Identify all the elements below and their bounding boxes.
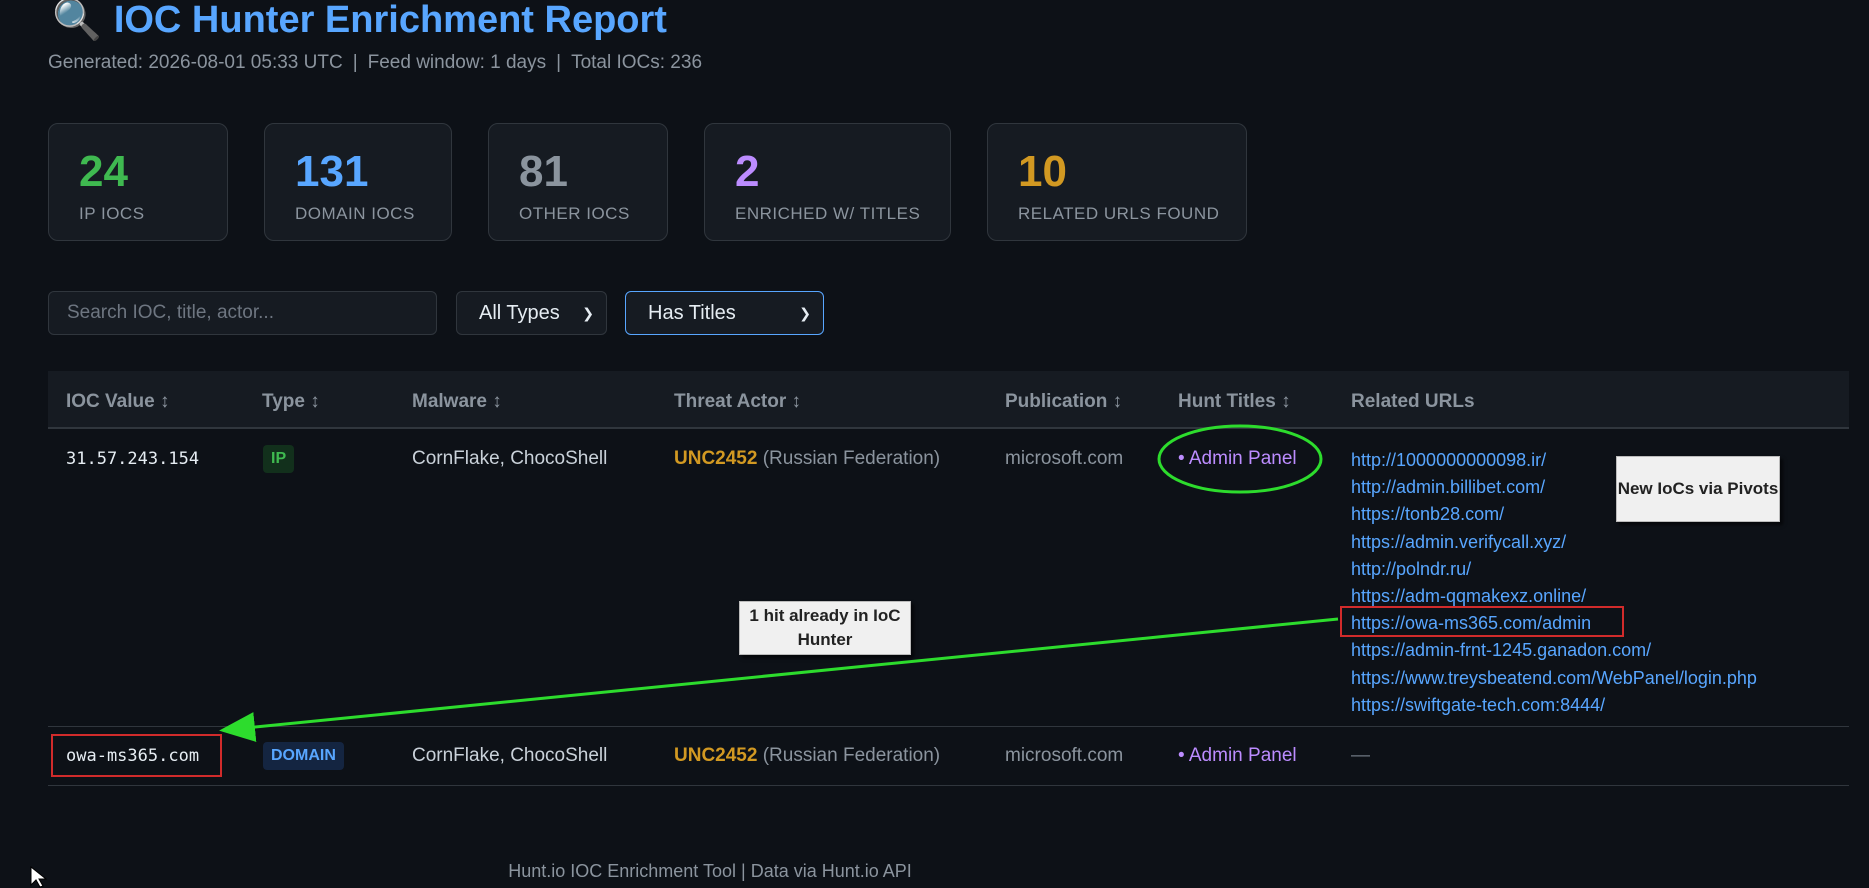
stat-value: 24 [79, 147, 128, 196]
threat-actor: UNC2452 (Russian Federation) [674, 448, 940, 470]
title-filter-select[interactable]: Has Titles ❯ [625, 291, 824, 335]
row-divider [48, 726, 1849, 727]
highlight-box-related-url [1340, 606, 1624, 637]
table-header: IOC Value ↕ Type ↕ Malware ↕ Threat Acto… [48, 371, 1849, 429]
column-header-related-urls: Related URLs [1351, 391, 1475, 412]
chevron-down-icon: ❯ [799, 304, 811, 321]
annotation-new-iocs: New IoCs via Pivots [1616, 456, 1780, 522]
column-header-malware[interactable]: Malware ↕ [412, 391, 502, 413]
generated-timestamp: Generated: 2026-08-01 05:33 UTC [48, 52, 343, 73]
stat-label: RELATED URLS FOUND [1018, 204, 1220, 223]
related-urls-empty: — [1351, 745, 1370, 766]
malware-names: CornFlake, ChocoShell [412, 745, 608, 766]
annotation-hit: 1 hit already in IoC Hunter [739, 601, 911, 655]
footer-tool: Hunt.io IOC Enrichment Tool [508, 861, 736, 881]
stat-value: 131 [295, 147, 369, 196]
footer-separator: | [741, 861, 746, 881]
column-header-publication[interactable]: Publication ↕ [1005, 391, 1122, 413]
stat-card-ip: 24 IP IOCS [48, 123, 228, 241]
page-title: IOC Hunter Enrichment Report [113, 0, 667, 41]
related-url-link[interactable]: http://polndr.ru/ [1351, 556, 1757, 583]
stat-value: 10 [1018, 147, 1067, 196]
stat-value: 2 [735, 147, 760, 196]
row-divider [48, 785, 1849, 786]
column-header-ioc-value[interactable]: IOC Value ↕ [66, 391, 169, 413]
total-iocs: Total IOCs: 236 [571, 52, 703, 73]
stat-label: OTHER IOCS [519, 204, 630, 223]
ioc-value: 31.57.243.154 [66, 449, 200, 469]
stat-card-related-urls: 10 RELATED URLS FOUND [987, 123, 1247, 241]
stat-card-enriched: 2 ENRICHED W/ TITLES [704, 123, 951, 241]
actor-name: UNC2452 [674, 448, 758, 469]
related-url-link[interactable]: https://www.treysbeatend.com/WebPanel/lo… [1351, 665, 1757, 692]
title-filter-value: Has Titles [648, 301, 736, 324]
type-badge-domain: DOMAIN [263, 742, 344, 770]
magnifier-icon: 🔍 [52, 0, 102, 42]
threat-actor: UNC2452 (Russian Federation) [674, 745, 940, 767]
type-filter-value: All Types [479, 301, 560, 324]
actor-country: (Russian Federation) [762, 448, 941, 469]
hunt-title: • Admin Panel [1178, 745, 1297, 766]
stat-card-domain: 131 DOMAIN IOCS [264, 123, 452, 241]
publication: microsoft.com [1005, 448, 1124, 469]
actor-country: (Russian Federation) [762, 745, 941, 766]
stat-label: ENRICHED W/ TITLES [735, 204, 921, 223]
publication: microsoft.com [1005, 745, 1124, 766]
hunt-title: • Admin Panel [1178, 448, 1297, 469]
stat-label: IP IOCS [79, 204, 145, 223]
highlight-box-ioc-value [51, 734, 222, 777]
footer-source: Data via Hunt.io API [750, 861, 912, 881]
report-meta: Generated: 2026-08-01 05:33 UTC | Feed w… [48, 52, 702, 74]
type-badge-ip: IP [263, 445, 295, 473]
column-header-type[interactable]: Type ↕ [262, 391, 320, 413]
stat-card-other: 81 OTHER IOCS [488, 123, 668, 241]
report-header: 🔍 IOC Hunter Enrichment Report [52, 0, 667, 46]
feed-window: Feed window: 1 days [367, 52, 547, 73]
meta-separator: | [352, 52, 358, 73]
column-header-hunt-titles[interactable]: Hunt Titles ↕ [1178, 391, 1291, 413]
related-url-link[interactable]: https://admin.verifycall.xyz/ [1351, 529, 1757, 556]
search-input[interactable] [48, 291, 437, 335]
column-header-threat-actor[interactable]: Threat Actor ↕ [674, 391, 801, 413]
stat-value: 81 [519, 147, 568, 196]
type-filter-select[interactable]: All Types ❯ [456, 291, 607, 335]
meta-separator: | [556, 52, 562, 73]
stat-label: DOMAIN IOCS [295, 204, 415, 223]
related-url-link[interactable]: https://swiftgate-tech.com:8444/ [1351, 692, 1757, 719]
malware-names: CornFlake, ChocoShell [412, 448, 608, 469]
footer: Hunt.io IOC Enrichment Tool | Data via H… [0, 861, 1420, 882]
chevron-down-icon: ❯ [582, 304, 594, 321]
actor-name: UNC2452 [674, 745, 758, 766]
related-url-link[interactable]: https://admin-frnt-1245.ganadon.com/ [1351, 637, 1757, 664]
